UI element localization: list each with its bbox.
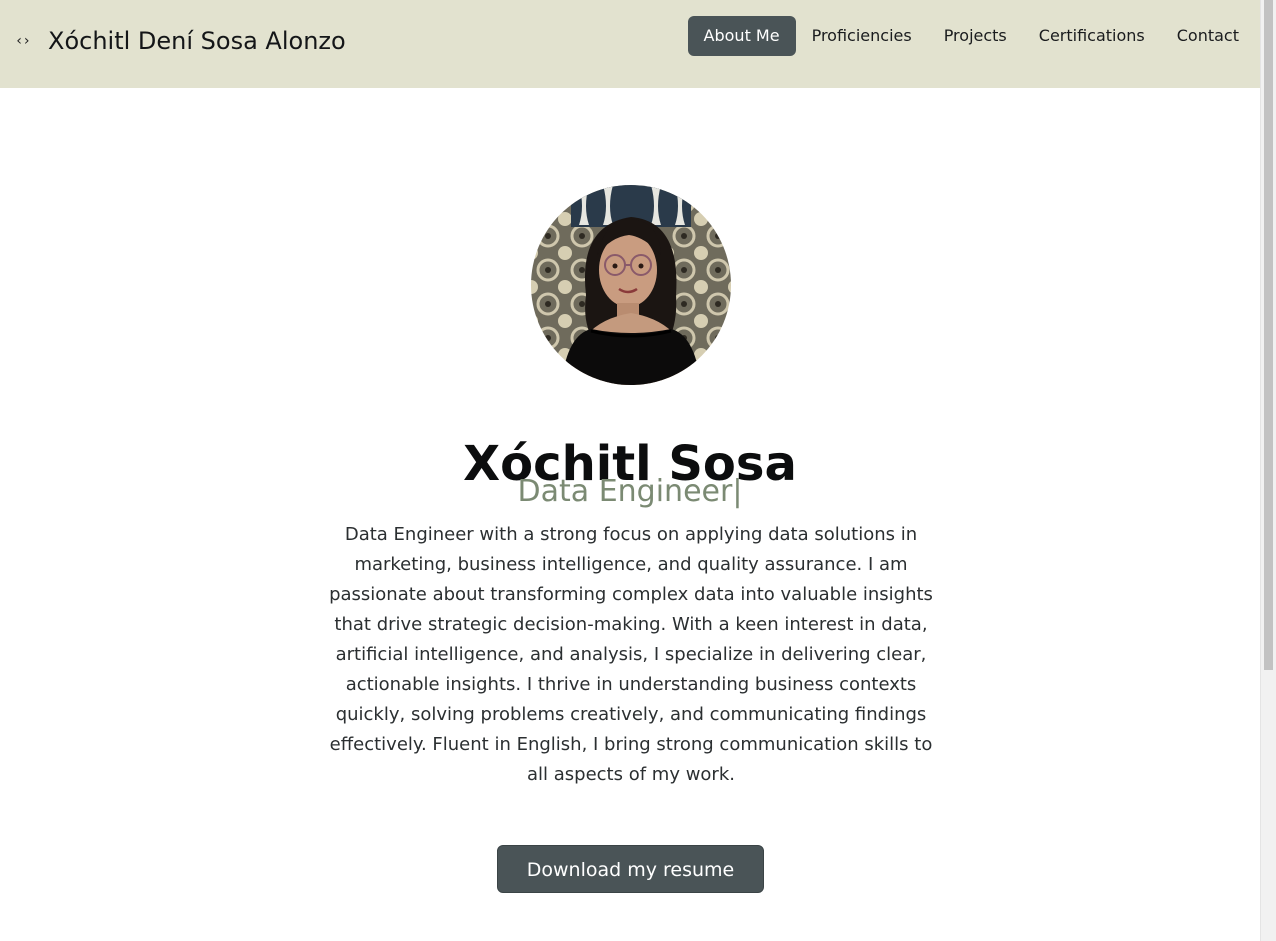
page-scrollbar[interactable] — [1260, 0, 1276, 941]
main-nav: About Me Proficiencies Projects Certific… — [687, 16, 1255, 56]
hero-bio: Data Engineer with a strong focus on app… — [329, 524, 933, 785]
nav-projects[interactable]: Projects — [928, 16, 1023, 56]
nav-contact[interactable]: Contact — [1161, 16, 1255, 56]
nav-certifications[interactable]: Certifications — [1023, 16, 1161, 56]
brand-name[interactable]: Xóchitl Dení Sosa Alonzo — [48, 27, 346, 55]
download-resume-button[interactable]: Download my resume — [497, 845, 764, 893]
profile-photo-illustration — [531, 185, 731, 385]
navbar: ‹› Xóchitl Dení Sosa Alonzo About Me Pro… — [0, 0, 1261, 88]
profile-photo — [531, 185, 731, 385]
scrollbar-thumb[interactable] — [1264, 0, 1273, 670]
nav-about-me[interactable]: About Me — [687, 16, 796, 56]
hero-role: Data Engineer| — [517, 474, 743, 509]
nav-proficiencies[interactable]: Proficiencies — [796, 16, 928, 56]
code-icon: ‹› — [15, 33, 31, 49]
